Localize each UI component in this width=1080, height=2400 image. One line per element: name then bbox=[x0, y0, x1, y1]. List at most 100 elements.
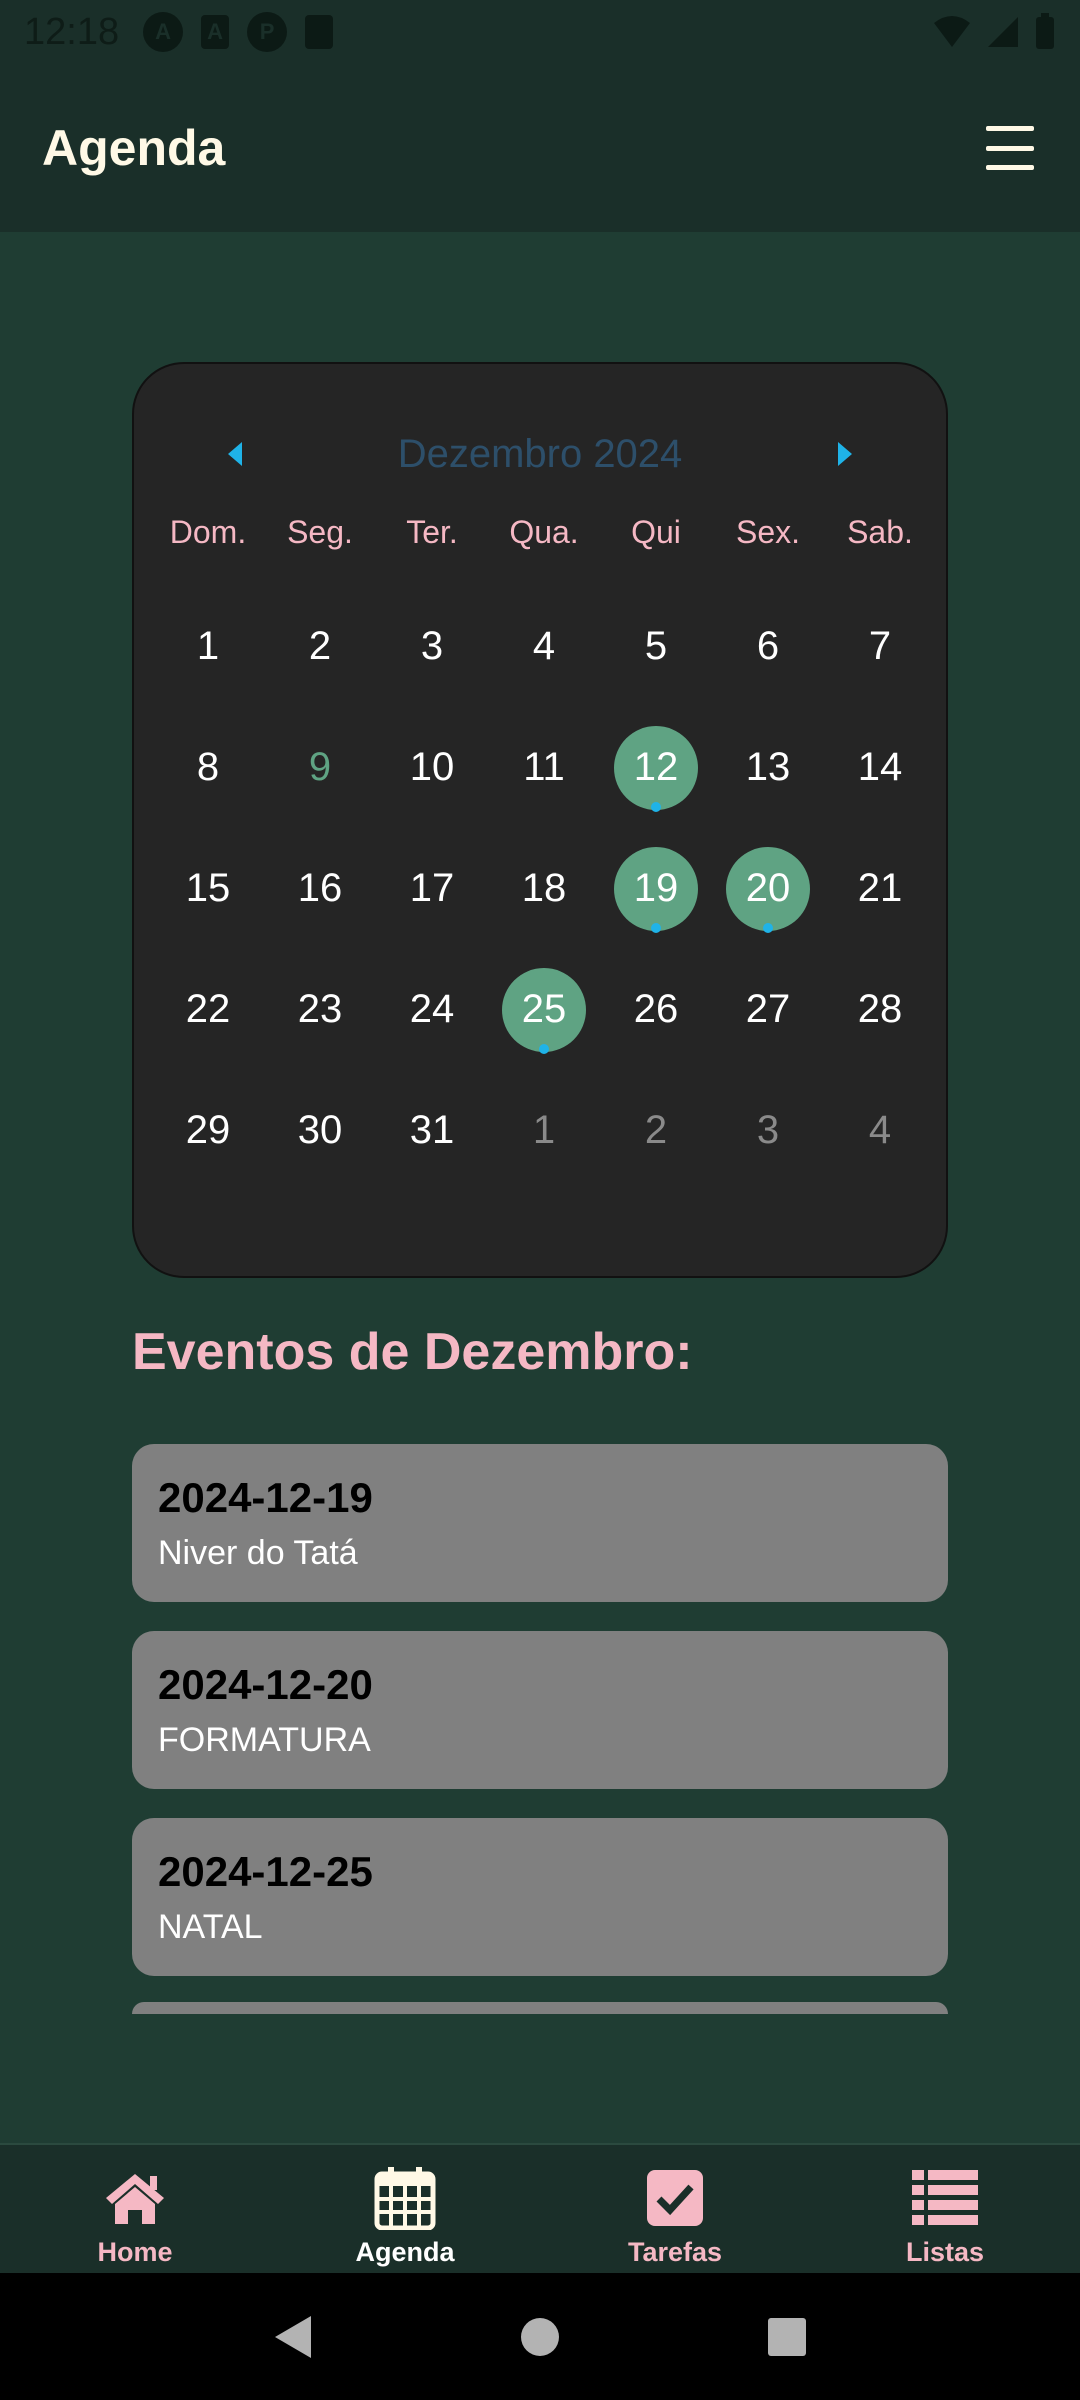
bottom-navigation: Home Agenda Tarefas Listas bbox=[0, 2143, 1080, 2273]
calendar-day[interactable]: 11 bbox=[488, 707, 600, 828]
day-number: 4 bbox=[868, 1108, 892, 1152]
calendar-day[interactable]: 2 bbox=[600, 1070, 712, 1191]
notification-icon: P bbox=[247, 12, 288, 52]
event-card[interactable]: 2024-12-25 NATAL bbox=[132, 1818, 948, 1976]
day-number: 15 bbox=[185, 866, 231, 910]
calendar-day[interactable]: 19 bbox=[600, 828, 712, 949]
event-card[interactable]: 2024-12-19 Niver do Tatá bbox=[132, 1444, 948, 1602]
event-marker-dot bbox=[539, 1043, 549, 1054]
calendar-day[interactable]: 26 bbox=[600, 949, 712, 1070]
calendar-day[interactable]: 16 bbox=[264, 828, 376, 949]
calendar-day[interactable]: 28 bbox=[824, 949, 936, 1070]
day-number: 26 bbox=[633, 987, 679, 1031]
prev-month-button[interactable] bbox=[218, 436, 254, 472]
nav-tarefas[interactable]: Tarefas bbox=[540, 2145, 810, 2273]
weekday-label: Sab. bbox=[847, 514, 913, 550]
day-number: 8 bbox=[196, 745, 220, 789]
calendar-day[interactable]: 31 bbox=[376, 1070, 488, 1191]
sd-card-icon bbox=[305, 15, 334, 49]
calendar-day[interactable]: 25 bbox=[488, 949, 600, 1070]
day-number: 20 bbox=[745, 866, 791, 910]
day-number: 6 bbox=[756, 624, 780, 668]
calendar-day[interactable]: 17 bbox=[376, 828, 488, 949]
nav-label: Tarefas bbox=[627, 2237, 723, 2267]
calendar-day[interactable]: 22 bbox=[152, 949, 264, 1070]
calendar-day[interactable]: 15 bbox=[152, 828, 264, 949]
calendar-day[interactable]: 23 bbox=[264, 949, 376, 1070]
nav-agenda[interactable]: Agenda bbox=[270, 2145, 540, 2273]
calendar-header: Dezembro 2024 bbox=[134, 410, 946, 498]
system-navigation-bar bbox=[0, 2273, 1080, 2400]
nav-home[interactable]: Home bbox=[0, 2145, 270, 2273]
calendar-day[interactable]: 4 bbox=[488, 586, 600, 707]
calendar-day[interactable]: 1 bbox=[488, 1070, 600, 1191]
back-button[interactable] bbox=[263, 2307, 323, 2367]
calendar-day[interactable]: 10 bbox=[376, 707, 488, 828]
calendar-day[interactable]: 30 bbox=[264, 1070, 376, 1191]
calendar-day[interactable]: 2 bbox=[264, 586, 376, 707]
status-time: 12:18 bbox=[24, 10, 120, 53]
calendar-day[interactable]: 7 bbox=[824, 586, 936, 707]
calendar-day[interactable]: 5 bbox=[600, 586, 712, 707]
day-number: 1 bbox=[196, 624, 220, 668]
day-number: 21 bbox=[857, 866, 903, 910]
calendar: Dezembro 2024 Dom. Seg. Ter. Qua. Qui Se… bbox=[132, 362, 948, 1278]
calendar-day[interactable]: 6 bbox=[712, 586, 824, 707]
weekday-label: Qua. bbox=[509, 514, 579, 550]
menu-button[interactable] bbox=[982, 120, 1038, 176]
event-marker-dot bbox=[763, 922, 773, 933]
event-marker-dot bbox=[651, 922, 661, 933]
calendar-day[interactable]: 4 bbox=[824, 1070, 936, 1191]
event-date: 2024-12-25 bbox=[158, 1848, 373, 1895]
home-circle-icon bbox=[520, 2317, 559, 2356]
home-button[interactable] bbox=[510, 2307, 570, 2367]
calendar-day[interactable]: 9 bbox=[264, 707, 376, 828]
day-number: 23 bbox=[297, 987, 343, 1031]
event-card-partial[interactable] bbox=[132, 2002, 948, 2014]
day-number: 18 bbox=[521, 866, 567, 910]
battery-icon bbox=[1036, 13, 1054, 49]
calendar-day[interactable]: 21 bbox=[824, 828, 936, 949]
day-number: 17 bbox=[409, 866, 455, 910]
day-number: 9 bbox=[308, 745, 332, 789]
nav-listas[interactable]: Listas bbox=[810, 2145, 1080, 2273]
event-card[interactable]: 2024-12-20 FORMATURA bbox=[132, 1631, 948, 1789]
day-number: 31 bbox=[409, 1108, 455, 1152]
day-number: 16 bbox=[297, 866, 343, 910]
list-icon bbox=[912, 2165, 978, 2231]
calendar-day[interactable]: 8 bbox=[152, 707, 264, 828]
calendar-day[interactable]: 20 bbox=[712, 828, 824, 949]
calendar-day[interactable]: 12 bbox=[600, 707, 712, 828]
calendar-day[interactable]: 14 bbox=[824, 707, 936, 828]
weekday-header: Dom. Seg. Ter. Qua. Qui Sex. Sab. bbox=[152, 514, 936, 551]
page-title: Agenda bbox=[42, 120, 226, 176]
app-notification-icon: A bbox=[143, 12, 184, 52]
next-month-button[interactable] bbox=[826, 436, 862, 472]
wifi-icon bbox=[934, 16, 970, 47]
day-number: 3 bbox=[756, 1108, 780, 1152]
event-name: FORMATURA bbox=[158, 1721, 371, 1759]
calendar-day[interactable]: 24 bbox=[376, 949, 488, 1070]
day-number: 1 bbox=[532, 1108, 556, 1152]
weekday-label: Ter. bbox=[406, 514, 458, 550]
calendar-day[interactable]: 1 bbox=[152, 586, 264, 707]
nav-label: Home bbox=[97, 2237, 173, 2267]
calendar-day[interactable]: 29 bbox=[152, 1070, 264, 1191]
calendar-day[interactable]: 27 bbox=[712, 949, 824, 1070]
event-marker-dot bbox=[651, 801, 661, 812]
day-number: 2 bbox=[644, 1108, 668, 1152]
calendar-day[interactable]: 3 bbox=[712, 1070, 824, 1191]
day-number: 25 bbox=[521, 987, 567, 1031]
recents-button[interactable] bbox=[757, 2307, 817, 2367]
calendar-day[interactable]: 18 bbox=[488, 828, 600, 949]
days-grid: 1 2 3 4 5 6 7 8 9 10 11 12 13 14 15 16 17 18 19 20 21 22 23 24 2… bbox=[152, 586, 936, 1191]
hamburger-icon bbox=[986, 126, 1034, 131]
calendar-day[interactable]: 3 bbox=[376, 586, 488, 707]
day-number: 7 bbox=[868, 624, 892, 668]
event-date: 2024-12-19 bbox=[158, 1474, 373, 1521]
day-number: 14 bbox=[857, 745, 903, 789]
day-number: 2 bbox=[308, 624, 332, 668]
calendar-day[interactable]: 13 bbox=[712, 707, 824, 828]
nav-label: Agenda bbox=[355, 2237, 455, 2267]
app-bar: Agenda bbox=[0, 64, 1080, 232]
